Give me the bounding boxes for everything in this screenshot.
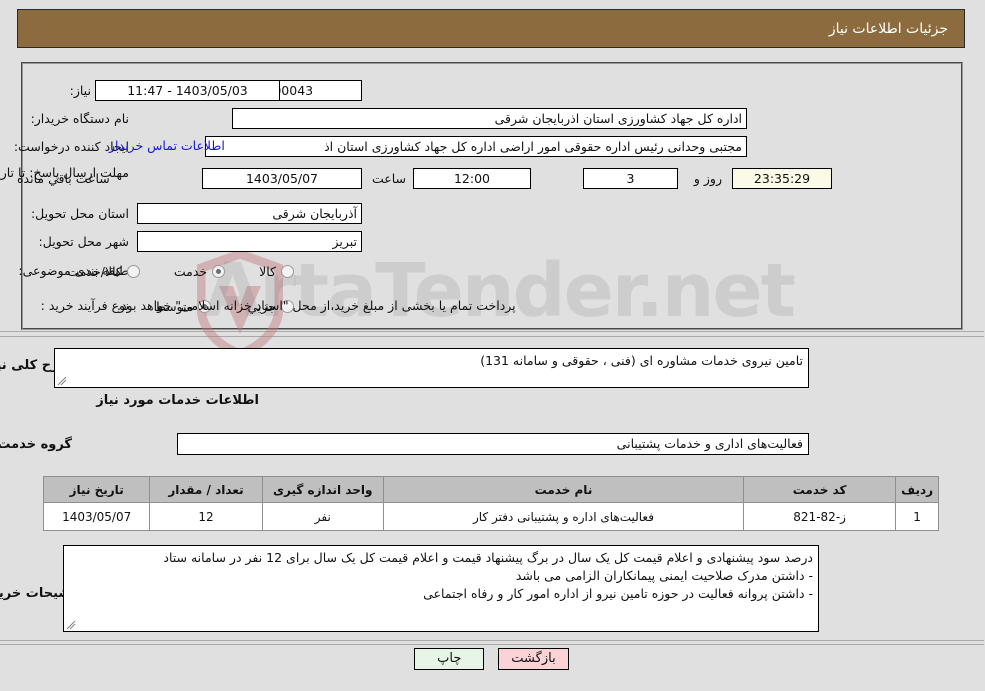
cell-unit: نفر [262,502,385,531]
buyer-org-label-row: نام دستگاه خریدار: [32,108,130,130]
summary-value: تامین نیروی خدمات مشاوره ای (فنی ، حقوقی… [481,353,804,368]
process-note-text: پرداخت تمام یا بخشی از مبلغ خرید،از محل … [118,298,517,313]
services-section-heading: اطلاعات خدمات مورد نیاز [97,393,260,408]
city-label-row: شهر محل تحویل: [40,231,130,253]
hour-label: ساعت [372,171,407,186]
th-row-no: ردیف [896,476,940,503]
category-radio-group: کالا خدمت کالا/خدمت [68,260,295,282]
divider-bottom-2 [0,644,985,645]
province-label-row: استان محل تحویل: [32,203,130,225]
process-label-row: نوع فرآیند خرید : [42,295,130,317]
days-label: روز و [694,171,723,186]
buyer-note-line: درصد سود پیشنهادی و اعلام قیمت کل یک سال… [164,550,814,565]
back-button[interactable]: بازگشت [499,648,570,670]
category-option-kala[interactable]: کالا [260,264,295,279]
days-field: 3 [584,168,679,189]
creator-field: مجتبی وحدانی رئیس اداره حقوقی امور اراضی… [206,136,748,157]
deadline-date-field: 1403/05/07 [203,168,363,189]
print-button[interactable]: چاپ [415,648,486,670]
cell-service-code: ز-82-821 [744,502,898,531]
summary-textarea[interactable]: تامین نیروی خدمات مشاوره ای (فنی ، حقوقی… [55,348,810,388]
th-service-name: نام خدمت [383,476,746,503]
radio-kala-khedmat-icon[interactable] [127,264,141,278]
countdown-timer-field: 23:35:29 [733,168,833,189]
process-type-label: نوع فرآیند خرید : [41,298,130,314]
page-title: جزئیات اطلاعات نیاز [829,20,949,37]
table-row[interactable]: 1 ز-82-821 فعالیت‌های اداره و پشتیبانی د… [43,502,940,531]
cell-quantity: 12 [150,502,264,531]
cell-need-date: 1403/05/07 [43,502,152,531]
page-header-bar: جزئیات اطلاعات نیاز [18,9,966,48]
cell-service-name: فعالیت‌های اداره و پشتیبانی دفتر کار [383,502,746,531]
cell-row-no: 1 [896,502,940,531]
buyer-notes-textarea[interactable]: درصد سود پیشنهادی و اعلام قیمت کل یک سال… [64,545,820,632]
resize-grip-icon[interactable] [58,376,68,386]
need-info-panel [22,62,964,330]
category-option-label: کالا/خدمت [68,263,123,279]
category-option-label: کالا [260,263,277,279]
radio-khedmat-icon[interactable] [213,264,227,278]
announce-date-field: 1403/05/03 - 11:47 [96,80,281,101]
buyer-note-line: - داشتن پروانه فعالیت در حوزه تامین نیرو… [424,586,814,602]
service-group-label: گروه خدمت: [0,437,73,452]
hour-field: 12:00 [414,168,532,189]
city-field: تبریز [138,231,363,252]
services-table: ردیف کد خدمت نام خدمت واحد اندازه گیری ت… [43,476,940,531]
divider-top-2 [0,336,985,337]
divider-top [0,331,985,332]
category-option-label: خدمت [174,263,209,279]
buyer-org-field: اداره کل جهاد کشاورزی استان اذربایجان شر… [233,108,748,129]
table-header-row: ردیف کد خدمت نام خدمت واحد اندازه گیری ت… [43,476,940,503]
timer-suffix-label: ساعت باقي مانده [18,171,111,186]
province-field: آذربایجان شرقی [138,203,363,224]
th-unit: واحد اندازه گیری [262,476,385,503]
th-need-date: تاریخ نیاز [43,476,152,503]
category-option-kala-khedmat[interactable]: کالا/خدمت [68,263,141,279]
th-quantity: تعداد / مقدار [150,476,264,503]
buyer-note-line: - داشتن مدرک صلاحیت ایمنی پیمانکاران الز… [516,568,814,584]
resize-grip-icon[interactable] [67,620,77,630]
province-label: استان محل تحویل: [31,206,130,222]
radio-kala-icon[interactable] [282,264,295,278]
action-button-bar: بازگشت چاپ [0,648,985,670]
th-service-code: کد خدمت [744,476,898,503]
buyer-org-label: نام دستگاه خریدار: [31,111,130,127]
category-option-khedmat[interactable]: خدمت [174,263,227,279]
service-group-field: فعالیت‌های اداری و خدمات پشتیبانی [178,433,810,455]
city-label: شهر محل تحویل: [39,234,130,250]
buyer-contact-link[interactable]: اطلاعات تماس خریدار [110,138,226,153]
divider-bottom [0,640,985,641]
